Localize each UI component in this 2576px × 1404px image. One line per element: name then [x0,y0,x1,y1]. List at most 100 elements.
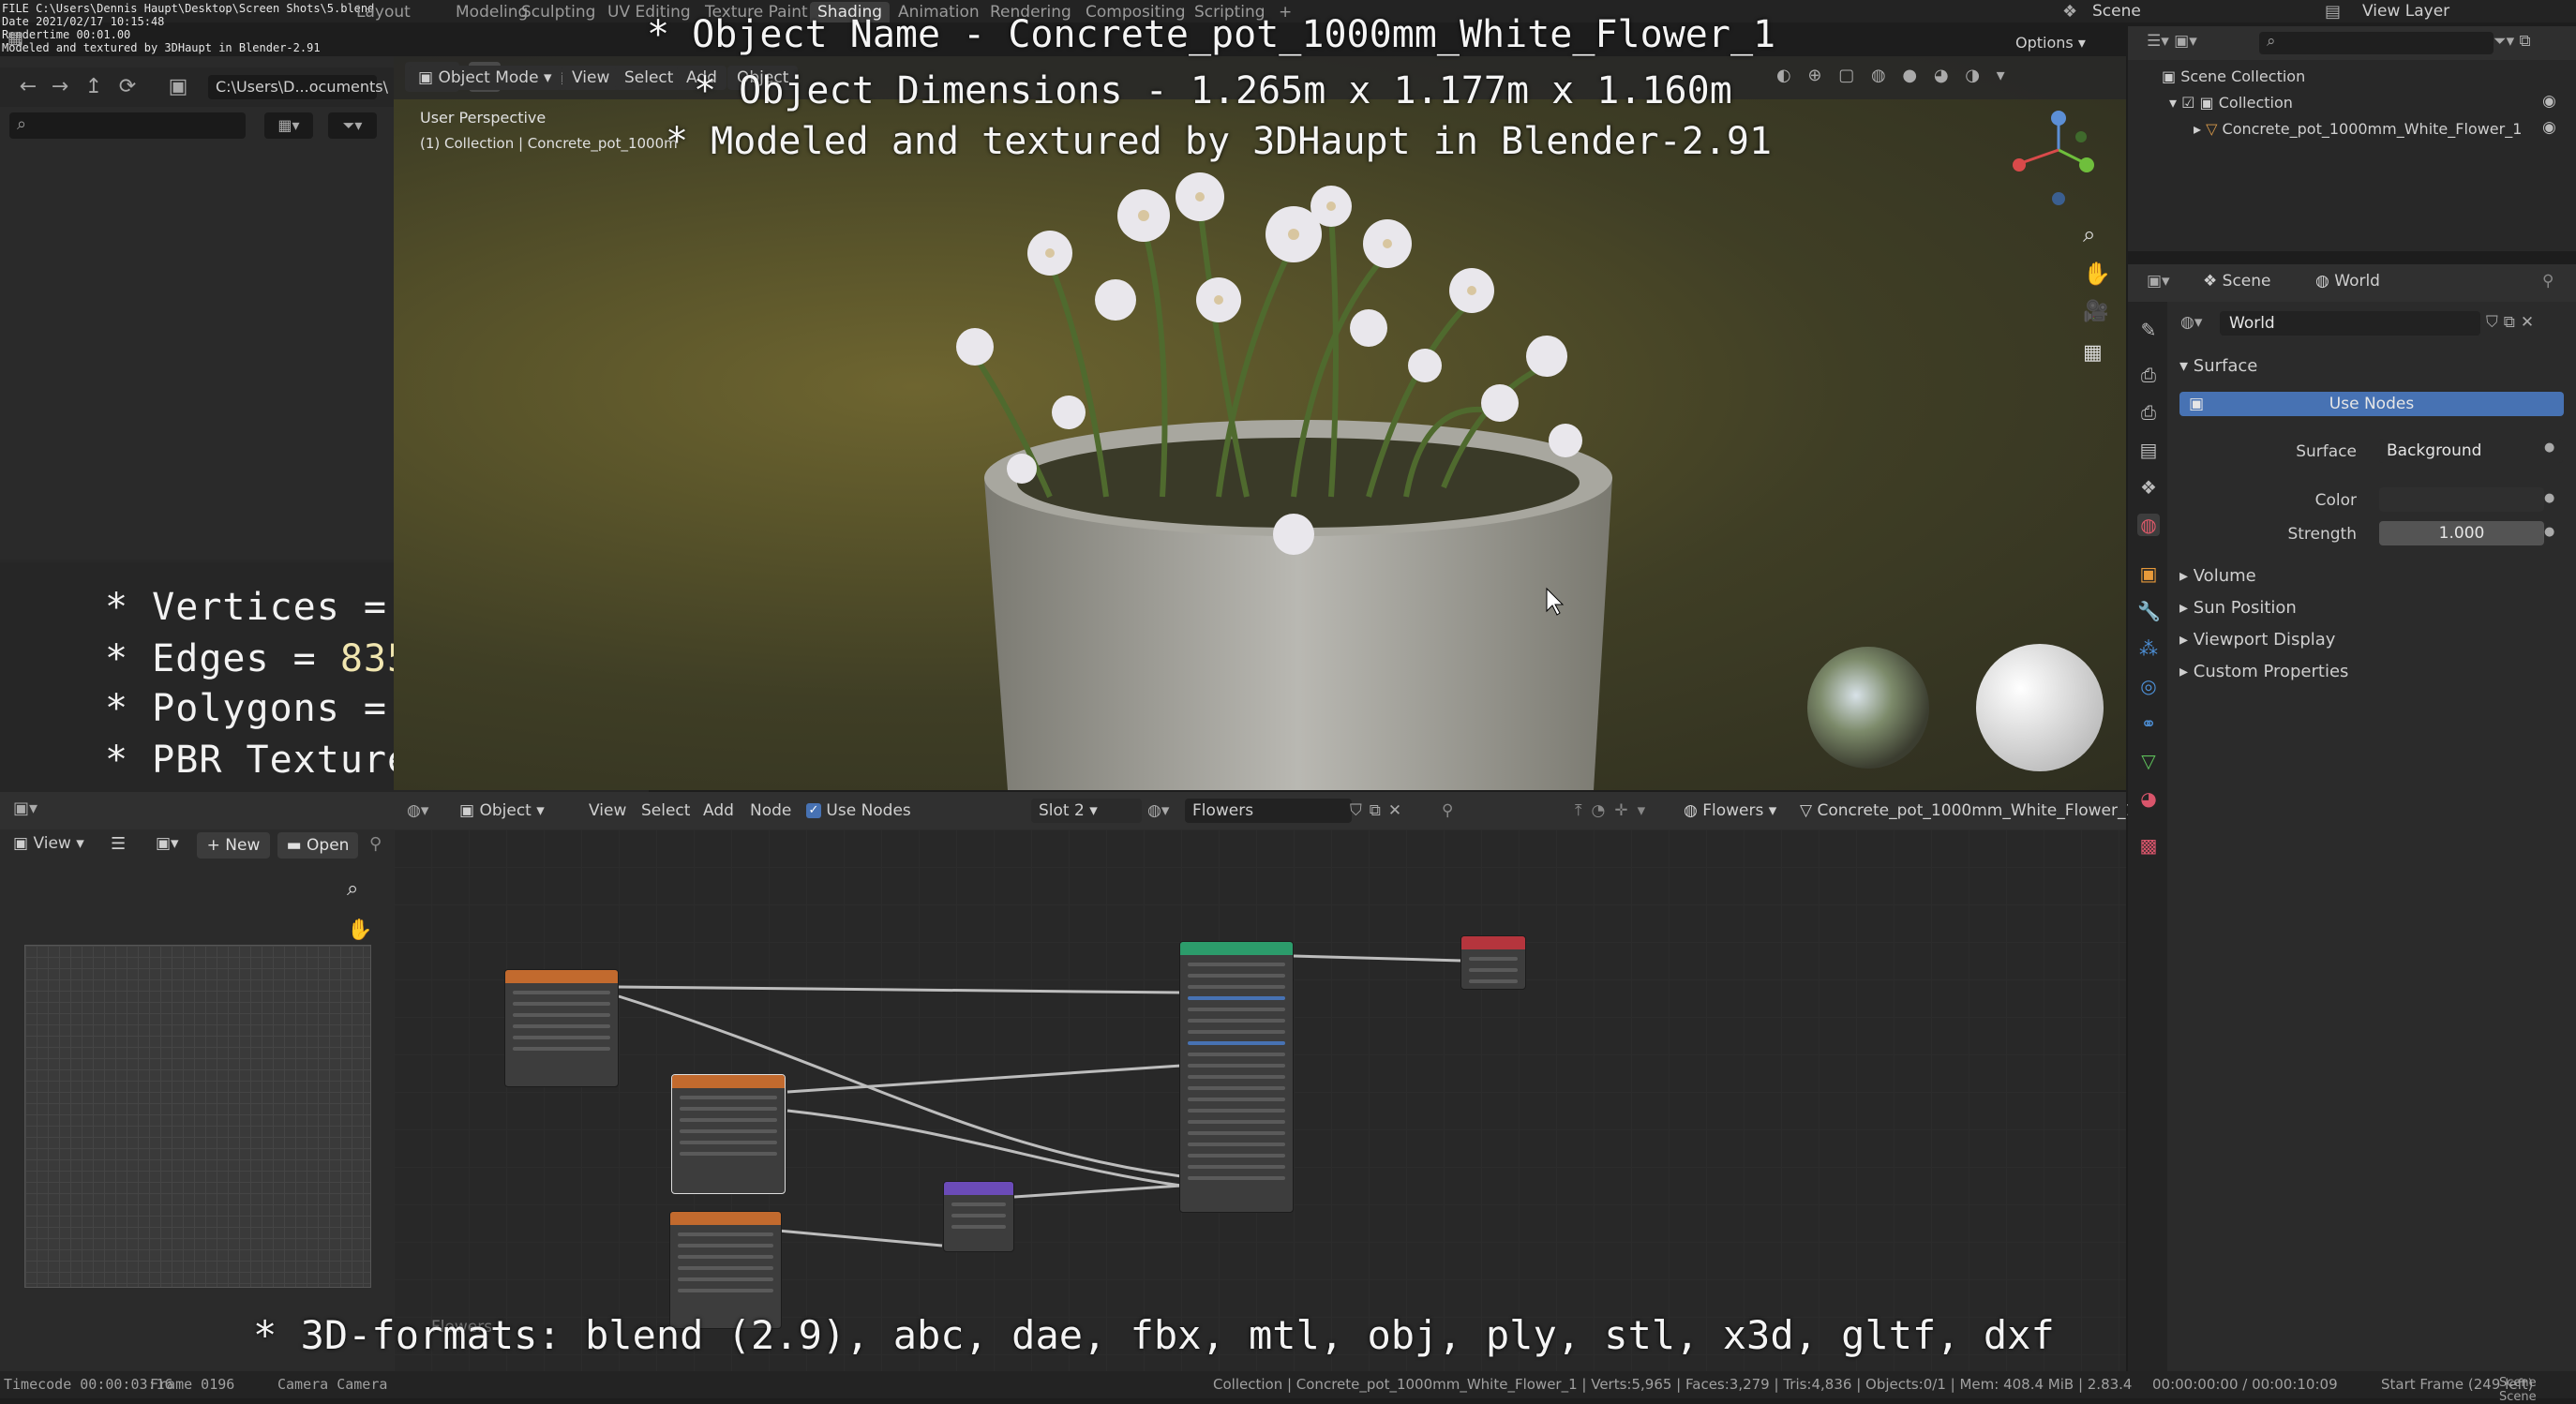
stat-label: * Polygons = [105,687,412,730]
surface-panel-header[interactable]: ▾ Surface [2179,356,2257,376]
forward-arrow-icon[interactable]: → [47,75,73,99]
viewport-shading-buttons[interactable]: ◐ ⊕ ▢ ◍ ● ◕ ◑ ▾ [1776,66,2095,90]
volume-panel-header[interactable]: ▸ Volume [2179,566,2256,586]
color-swatch[interactable] [2379,487,2544,512]
material-output-node[interactable] [1460,935,1526,990]
pin-icon[interactable]: ⚲ [369,834,382,854]
node-header [1180,942,1293,955]
scene-collection-label: Scene Collection [2180,67,2306,85]
properties-world-breadcrumb[interactable]: ◍ World [2315,272,2380,291]
image-view-menu[interactable]: ▣ View ▾ [13,834,84,853]
back-arrow-icon[interactable]: ← [15,75,41,99]
surface-shader-field[interactable]: Background [2379,439,2563,463]
object-visibility-eye-icon[interactable]: ◉ [2542,118,2556,137]
object-mode-dropdown[interactable]: ▣ Object Mode ▾ [409,66,562,90]
navigation-gizmo[interactable] [2006,103,2100,206]
tool-tab-icon[interactable]: ✎ [2137,319,2160,341]
image-pan-icon[interactable]: ✋ [347,919,372,942]
uv-grid[interactable] [24,945,371,1288]
editor-type-icon[interactable]: ▦ [7,28,36,51]
world-actions-icons[interactable]: ⛉⧉✕ [2486,313,2539,332]
image-editor-type-icon[interactable]: ▣▾ [13,799,37,818]
hamburger-menu-icon[interactable]: ☰ [111,834,126,854]
collection-visibility-eye-icon[interactable]: ◉ [2542,92,2556,111]
refresh-icon[interactable]: ⟳ [114,75,141,99]
surface-link-icon[interactable]: ● [2544,441,2554,455]
collection-label: Collection [2218,94,2293,112]
orthographic-grid-icon[interactable]: ▦ [2083,341,2103,365]
strength-label: Strength [2287,525,2357,544]
strength-field[interactable]: 1.000 [2379,521,2544,545]
material-tab-icon[interactable]: ◕ [2137,787,2160,810]
file-path-field[interactable]: C:\Users\D...ocuments\ [208,75,388,99]
file-search-input[interactable] [9,112,246,139]
strength-link-icon[interactable]: ● [2544,525,2554,539]
file-date: Date 2021/02/17 10:15:48 [2,15,165,28]
custom-properties-panel-header[interactable]: ▸ Custom Properties [2179,662,2348,681]
output-tab-icon[interactable]: ⎙ [2137,401,2160,424]
camera-view-icon[interactable]: 🎥 [2083,300,2108,323]
scene-icon[interactable]: ❖ [2062,2,2081,22]
view-layer-tab-icon[interactable]: ▤ [2137,439,2160,461]
texture-tab-icon[interactable]: ▩ [2137,834,2160,857]
workspace-tab[interactable]: Layout [349,2,418,22]
filter-button[interactable]: ⏷▾ [328,112,377,139]
viewport-display-panel-header[interactable]: ▸ Viewport Display [2179,630,2335,650]
scene-breadcrumb-label: Scene [2222,272,2271,291]
stat-label: * Vertices = [105,586,412,629]
scene-tab-icon[interactable]: ❖ [2137,476,2160,499]
properties-scene-breadcrumb[interactable]: ❖ Scene [2203,272,2271,291]
new-image-button[interactable]: + New [197,832,270,859]
scene-selector[interactable]: Scene [2092,2,2141,21]
outliner-scene-collection[interactable]: ▣ Scene Collection [2162,67,2305,85]
options-dropdown[interactable]: Options ▾ [2015,34,2086,52]
display-mode-button[interactable]: ▦▾ [264,112,313,139]
object-tab-icon[interactable]: ▣ [2137,562,2160,585]
principled-bsdf-node[interactable] [1179,941,1294,1213]
viewport-menu-view[interactable]: View [562,66,620,90]
stat-edges: * Edges = 8351 [105,637,434,680]
outliner-search-input[interactable] [2259,32,2494,54]
workspace-tab[interactable]: Sculpting [514,2,603,22]
view-layer-icon[interactable]: ▤ [2325,2,2344,22]
use-nodes-button[interactable]: ▣ Use Nodes [2179,392,2564,416]
zoom-icon[interactable]: ⌕ [2083,221,2095,247]
normal-map-node[interactable] [943,1181,1014,1252]
world-breadcrumb-label: World [2334,272,2380,291]
3d-viewport[interactable] [394,56,2126,790]
modifier-tab-icon[interactable]: 🔧 [2137,600,2161,622]
image-browse-icon[interactable]: ▣▾ [156,834,179,853]
color-label: Color [2314,491,2357,510]
constraints-tab-icon[interactable]: ⚭ [2137,712,2160,735]
world-tab-icon[interactable]: ◍ [2137,514,2160,536]
viewport-menu-select[interactable]: Select [615,66,683,90]
render-time: Rendertime 00:01.00 [2,28,131,41]
outliner-object[interactable]: ▸ ▽ Concrete_pot_1000mm_White_Flower_1 [2194,120,2522,138]
image-zoom-icon[interactable]: ⌕ [347,877,358,901]
properties-type-icon[interactable]: ▣▾ [2147,272,2170,291]
world-name-field[interactable]: World [2220,311,2480,336]
particles-tab-icon[interactable]: ⁂ [2137,637,2160,660]
surface-label: Surface [2296,442,2357,461]
new-folder-icon[interactable]: ▣ [165,75,191,99]
image-texture-node-2[interactable] [671,1074,786,1194]
parent-directory-icon[interactable]: ↥ [81,75,107,99]
physics-tab-icon[interactable]: ◎ [2137,675,2160,697]
open-image-button[interactable]: ▬ Open [277,832,358,859]
outliner-type-icon[interactable]: ☰▾ ▣▾ [2147,32,2197,51]
world-browse-icon[interactable]: ◍▾ [2180,313,2202,332]
view-layer-selector[interactable]: View Layer [2362,2,2449,21]
pan-hand-icon[interactable]: ✋ [2083,261,2111,287]
sun-position-panel-header[interactable]: ▸ Sun Position [2179,598,2297,618]
surface-panel-label: Surface [2193,356,2258,376]
file-note: Modeled and textured by 3DHaupt in Blend… [2,41,321,54]
color-link-icon[interactable]: ● [2544,491,2554,505]
image-texture-node-1[interactable] [504,969,619,1087]
properties-pin-icon[interactable]: ⚲ [2542,272,2554,291]
outliner-filter-icon[interactable]: ⏷▾ ⧉ [2494,32,2531,51]
render-tab-icon[interactable]: ⎙ [2137,364,2160,386]
viewport-perspective-label: User Perspective [420,109,547,127]
outliner-collection[interactable]: ▾ ☑ ▣ Collection [2169,94,2293,112]
outliner-search-icon: ⌕ [2267,32,2276,51]
data-tab-icon[interactable]: ▽ [2137,750,2160,772]
